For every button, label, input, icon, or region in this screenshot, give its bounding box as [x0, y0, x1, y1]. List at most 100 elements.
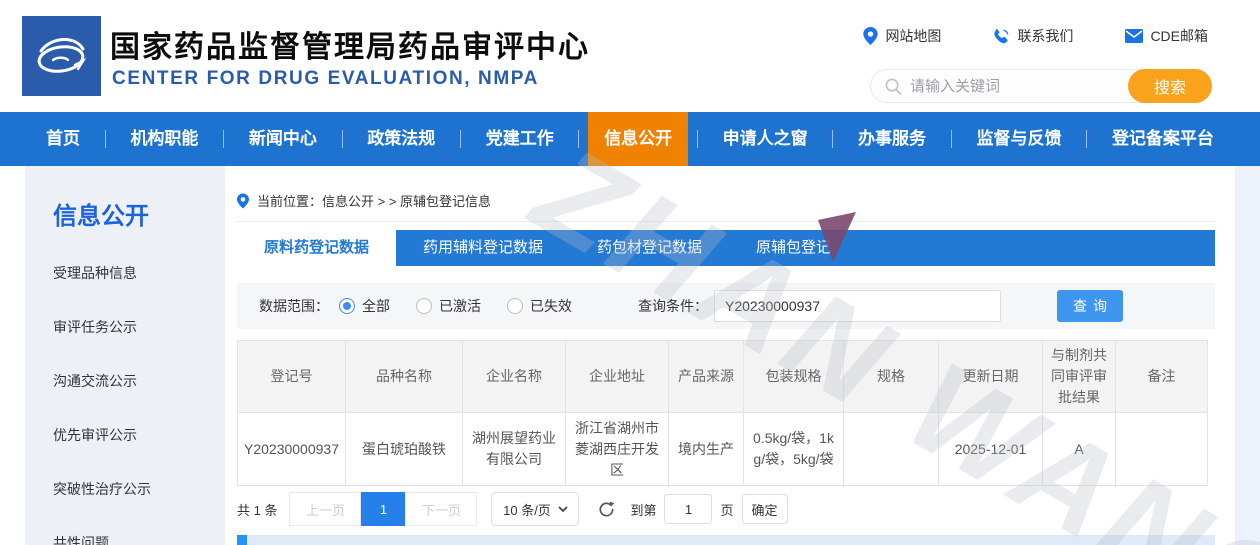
nav-item-party[interactable]: 党建工作: [470, 112, 570, 166]
nav-divider: [578, 130, 579, 148]
quick-link-label: 联系我们: [1017, 26, 1073, 46]
search-button[interactable]: 搜索: [1128, 69, 1212, 103]
tab-packaging-registration-data[interactable]: 药包材登记数据: [570, 230, 729, 266]
search-bar: 搜索: [870, 69, 1212, 103]
radio-expired[interactable]: 已失效: [507, 296, 572, 316]
cell-update-date: 2025-12-01: [939, 413, 1043, 486]
col-remarks: 备注: [1116, 341, 1208, 413]
radio-button-checked[interactable]: [339, 298, 355, 314]
sidebar-item-accepted-varieties[interactable]: 受理品种信息: [53, 263, 225, 283]
col-registration-no: 登记号: [238, 341, 346, 413]
sidebar-item-priority-review[interactable]: 优先审评公示: [53, 425, 225, 445]
tab-excipient-registration-data[interactable]: 药用辅料登记数据: [396, 230, 570, 266]
breadcrumb: 当前位置：信息公开 > > 原辅包登记信息: [237, 180, 1215, 222]
site-header: 国家药品监督管理局药品审评中心 CENTER FOR DRUG EVALUATI…: [0, 0, 1260, 112]
query-input[interactable]: [714, 290, 1001, 322]
cell-remarks: [1116, 413, 1208, 486]
scope-radio-group: 全部 已激活 已失效: [339, 296, 572, 316]
nav-divider: [951, 130, 952, 148]
col-spec: 规格: [844, 341, 939, 413]
cell-spec: [844, 413, 939, 486]
col-company-name: 企业名称: [463, 341, 566, 413]
quick-links: 网站地图 联系我们 CDE邮箱: [863, 26, 1208, 46]
cell-product-origin: 境内生产: [669, 413, 744, 486]
radio-label: 全部: [362, 296, 390, 316]
refresh-button[interactable]: [597, 500, 616, 519]
nav-divider: [342, 130, 343, 148]
goto-page-input[interactable]: [664, 494, 712, 524]
search-input[interactable]: [902, 78, 1128, 95]
quick-link-label: CDE邮箱: [1150, 26, 1208, 46]
radio-activated[interactable]: 已激活: [416, 296, 481, 316]
refresh-icon: [597, 500, 616, 519]
search-icon: [885, 78, 902, 95]
nav-item-functions[interactable]: 机构职能: [114, 112, 214, 166]
page-unit-label: 页: [720, 500, 733, 519]
page-1-button[interactable]: 1: [361, 492, 405, 526]
pagination: 共 1 条 上一页 1 下一页 10 条/页: [237, 492, 1215, 526]
sidebar: 信息公开 受理品种信息 审评任务公示 沟通交流公示 优先审评公示 突破性治疗公示…: [25, 166, 225, 545]
confirm-button[interactable]: 确定: [742, 494, 788, 524]
location-pin-icon: [863, 27, 878, 45]
page-size-select[interactable]: 10 条/页: [491, 492, 579, 526]
table-header-row: 登记号 品种名称 企业名称 企业地址 产品来源 包装规格 规格 更新日期 与制剂…: [238, 341, 1208, 413]
sidebar-item-common-issues[interactable]: 共性问题: [53, 533, 225, 545]
col-variety-name: 品种名称: [346, 341, 463, 413]
nav-divider: [697, 130, 698, 148]
table-row: Y20230000937 蛋白琥珀酸铁 湖州展望药业有限公司 浙江省湖州市菱湖西…: [238, 413, 1208, 486]
nav-item-supervision[interactable]: 监督与反馈: [961, 112, 1078, 166]
filter-bar: 数据范围： 全部 已激活 已失效 查询条件：: [237, 283, 1215, 329]
tab-bar: 原料药登记数据 药用辅料登记数据 药包材登记数据 原辅包登记: [237, 230, 1215, 266]
sidebar-title: 信息公开: [53, 196, 225, 231]
main-nav: 首页 机构职能 新闻中心 政策法规 党建工作 信息公开 申请人之窗 办事服务 监…: [0, 112, 1260, 166]
cell-joint-review-result: A: [1043, 413, 1116, 486]
phone-icon: [993, 28, 1010, 45]
col-update-date: 更新日期: [939, 341, 1043, 413]
main-content: 当前位置：信息公开 > > 原辅包登记信息 原料药登记数据 药用辅料登记数据 药…: [237, 166, 1215, 545]
contact-link[interactable]: 联系我们: [993, 26, 1073, 46]
radio-button[interactable]: [416, 298, 432, 314]
nav-divider: [460, 130, 461, 148]
page: 国家药品监督管理局药品审评中心 CENTER FOR DRUG EVALUATI…: [0, 0, 1260, 545]
sitemap-link[interactable]: 网站地图: [863, 26, 941, 46]
nav-item-home[interactable]: 首页: [30, 112, 96, 166]
cell-packaging-spec: 0.5kg/袋，1kg/袋，5kg/袋: [744, 413, 844, 486]
tab-apief-registration[interactable]: 原辅包登记: [729, 230, 858, 266]
cell-variety-name: 蛋白琥珀酸铁: [346, 413, 463, 486]
nav-item-info-disclosure[interactable]: 信息公开: [588, 112, 688, 166]
next-section-header: [237, 535, 1215, 545]
page-subtitle: CENTER FOR DRUG EVALUATION, NMPA: [112, 68, 539, 90]
nav-item-services[interactable]: 办事服务: [842, 112, 942, 166]
section-accent: [237, 535, 247, 545]
col-company-address: 企业地址: [566, 341, 669, 413]
prev-page-button[interactable]: 上一页: [289, 492, 361, 526]
nav-item-policy[interactable]: 政策法规: [351, 112, 451, 166]
cde-logo-icon: [31, 25, 93, 87]
nav-item-news[interactable]: 新闻中心: [233, 112, 333, 166]
sidebar-item-review-tasks[interactable]: 审评任务公示: [53, 317, 225, 337]
breadcrumb-text: 当前位置：信息公开 > > 原辅包登记信息: [257, 191, 491, 210]
query-button[interactable]: 查询: [1057, 290, 1123, 322]
radio-all[interactable]: 全部: [339, 296, 390, 316]
cde-mail-link[interactable]: CDE邮箱: [1125, 26, 1208, 46]
col-packaging-spec: 包装规格: [744, 341, 844, 413]
page-title: 国家药品监督管理局药品审评中心: [110, 22, 590, 66]
location-pin-icon: [237, 193, 249, 209]
mail-icon: [1125, 29, 1143, 43]
next-page-button[interactable]: 下一页: [405, 492, 477, 526]
nav-item-registration-platform[interactable]: 登记备案平台: [1096, 112, 1230, 166]
radio-label: 已失效: [530, 296, 572, 316]
scope-label: 数据范围：: [259, 296, 329, 316]
nav-divider: [223, 130, 224, 148]
col-joint-review-result: 与制剂共同审评审批结果: [1043, 341, 1116, 413]
radio-label: 已激活: [439, 296, 481, 316]
nav-item-applicant-window[interactable]: 申请人之窗: [707, 112, 824, 166]
page-body: 信息公开 受理品种信息 审评任务公示 沟通交流公示 优先审评公示 突破性治疗公示…: [0, 166, 1260, 545]
nav-divider: [832, 130, 833, 148]
nav-divider: [1086, 130, 1087, 148]
sidebar-item-communication[interactable]: 沟通交流公示: [53, 371, 225, 391]
total-count: 共 1 条: [237, 500, 277, 519]
sidebar-item-breakthrough-therapy[interactable]: 突破性治疗公示: [53, 479, 225, 499]
radio-button[interactable]: [507, 298, 523, 314]
tab-api-registration-data[interactable]: 原料药登记数据: [237, 230, 396, 266]
